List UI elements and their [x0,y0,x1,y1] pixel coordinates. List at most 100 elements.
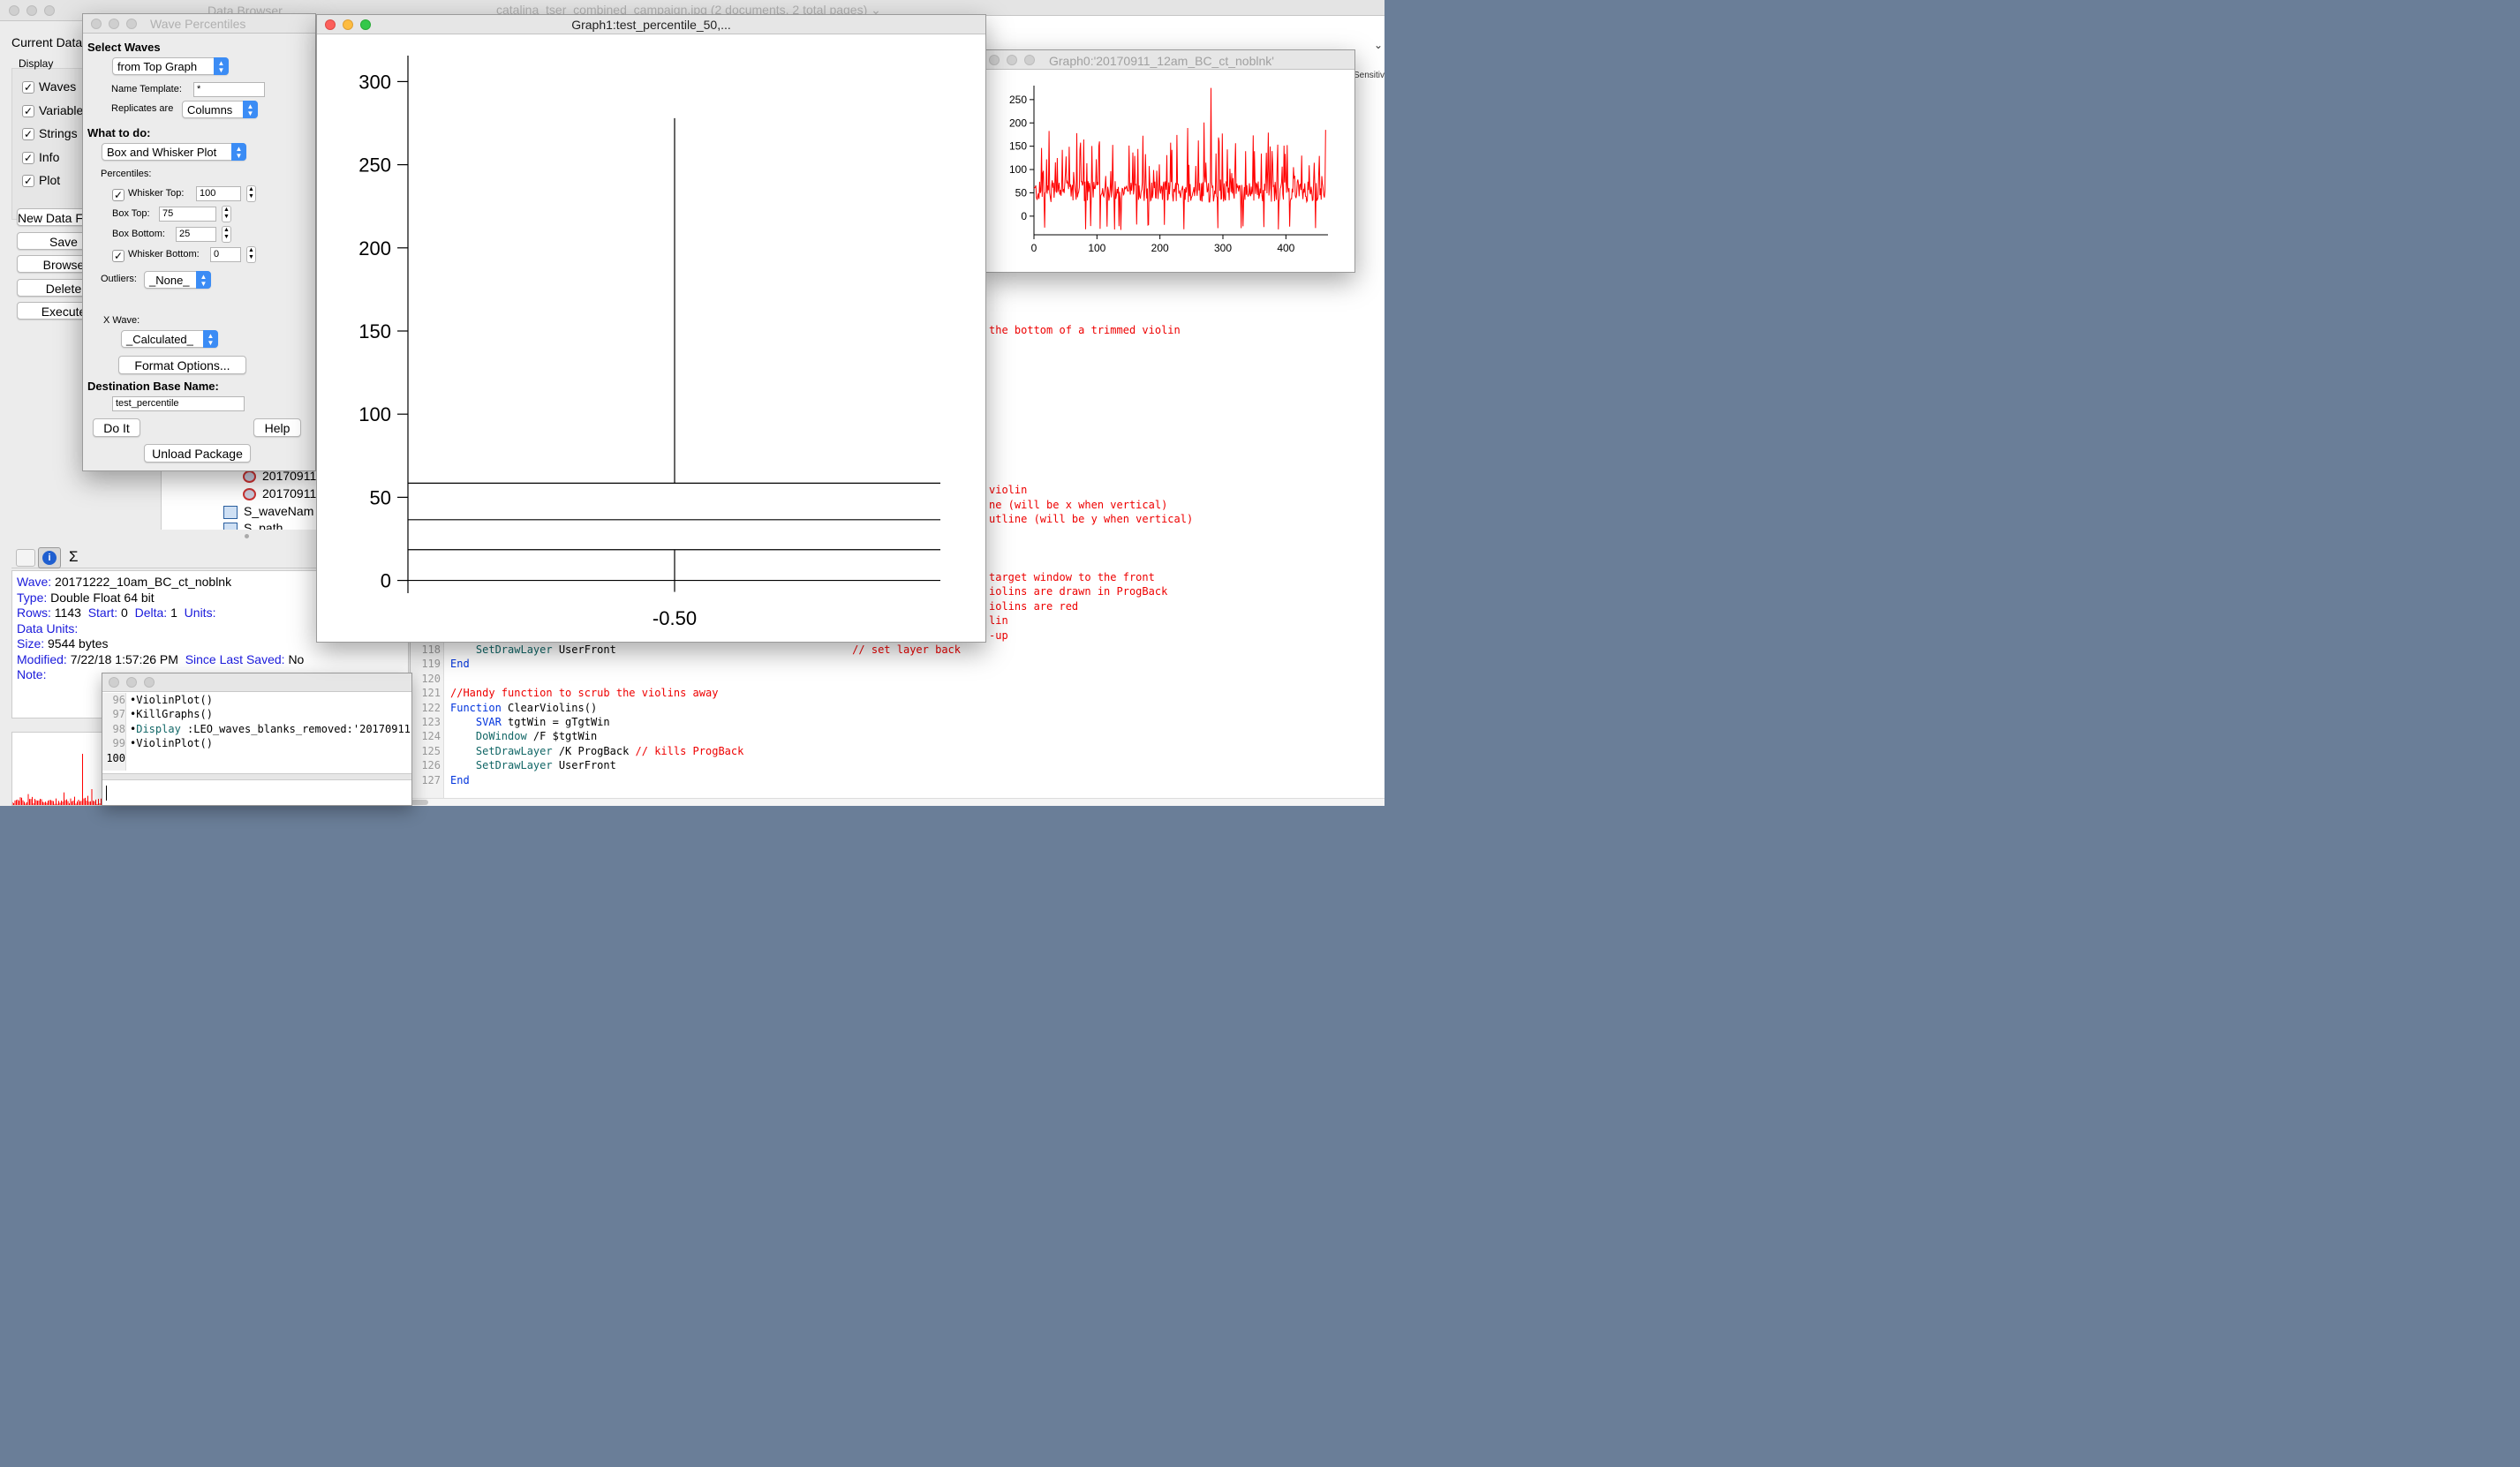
x-tick-label: 200 [1151,242,1169,254]
history-args: :LEO_waves_blanks_removed:'20170911 [180,722,411,735]
history-line[interactable]: •ViolinPlot() [130,693,213,707]
popup-arrow-icon: ▲ ▼ [214,57,229,75]
tree-item-3[interactable]: S_waveNam [223,504,313,519]
notes-tab-icon[interactable] [16,549,35,567]
info-tab-icon[interactable]: i [38,547,61,568]
box-top-stepper[interactable]: ▲ ▼ [222,206,231,222]
code-token: SetDrawLayer [475,759,553,772]
command-entry-field[interactable] [102,781,411,805]
display-checkbox-info[interactable]: ✓ [22,151,34,164]
display-checkbox-label: Plot [39,173,61,187]
code-token: SetDrawLayer [475,744,553,757]
comment-2: violin [989,484,1028,496]
wave-percentiles-panel: Wave Percentiles Select Waves from Top G… [82,13,316,471]
zoom-button[interactable] [126,19,137,29]
whisker-bottom-checkbox[interactable]: ✓ [112,250,124,262]
comment-3: ne (will be x when vertical) [989,499,1168,511]
type-label: Type: [17,590,48,605]
close-button[interactable] [989,55,1000,65]
display-checkbox-waves[interactable]: ✓ [22,81,34,94]
history-keyword: Display [136,722,181,735]
do-it-button[interactable]: Do It [93,418,140,437]
code-line: End [450,657,470,671]
history-line-number: 96 [112,694,125,706]
tree-item-4[interactable]: S_path [223,521,283,530]
replicates-popup[interactable]: Columns ▲ ▼ [182,101,258,118]
code-editor[interactable]: 118 SetDrawLayer UserFront // set layer … [412,643,1375,793]
history-line[interactable]: •Display :LEO_waves_blanks_removed:'2017… [130,722,411,736]
display-checkbox-variables[interactable]: ✓ [22,104,34,117]
box-top-label: Box Top: [112,208,150,219]
code-token: // kills ProgBack [635,744,744,757]
splitter-dot[interactable] [245,534,249,538]
unload-package-button[interactable]: Unload Package [144,444,251,463]
y-tick-label: 150 [1009,140,1027,153]
zoom-button[interactable] [360,19,371,30]
procedure-scrollbar[interactable] [411,798,1384,806]
box-top-field[interactable]: 75 [159,207,216,222]
y-tick-label: 150 [358,320,391,342]
what-to-do-heading: What to do: [87,126,151,139]
code-token: End [450,658,470,671]
close-button[interactable] [91,19,102,29]
whisker-top-checkbox[interactable]: ✓ [112,189,124,201]
action-popup[interactable]: Box and Whisker Plot ▲ ▼ [102,143,246,161]
comment-6: iolins are drawn in ProgBack [989,585,1168,598]
since-saved-value: No [288,651,305,666]
whisker-bottom-field[interactable]: 0 [210,247,241,262]
code-token: SVAR [475,716,502,728]
close-button[interactable] [325,19,336,30]
wave-plot-icon [243,470,256,484]
outliers-popup[interactable]: _None_ ▲ ▼ [144,271,211,289]
source-popup[interactable]: from Top Graph ▲ ▼ [112,57,229,75]
graph0-window: Graph0:'20170911_12am_BC_ct_noblnk' 0 50 1… [980,49,1355,273]
history-line[interactable]: •ViolinPlot() [130,736,213,750]
minimize-button[interactable] [343,19,353,30]
code-token: //Handy function to scrub the violins aw… [450,687,719,700]
whisker-top-stepper[interactable]: ▲ ▼ [246,185,256,202]
rows-value: 1143 [54,606,81,620]
graph0-plot[interactable]: 0 50 100 150 200 250 0 100 200 300 400 [981,70,1355,273]
format-options-button[interactable]: Format Options... [118,356,246,374]
y-tick-label: 0 [381,570,391,592]
zoom-button[interactable] [1024,55,1035,65]
code-line: SetDrawLayer UserFront // set layer back [450,643,961,657]
display-checkbox-label: Waves [39,79,77,94]
name-template-field[interactable]: * [193,82,265,97]
destination-field[interactable]: test_percentile [112,396,245,411]
line-number: 126 [421,759,441,772]
y-tick-label: 50 [1015,186,1028,199]
history-line[interactable]: •KillGraphs() [130,707,213,721]
comment-7: iolins are red [989,600,1079,613]
display-checkbox-strings[interactable]: ✓ [22,128,34,140]
outliers-label: Outliers: [101,274,137,284]
graph1-plot[interactable]: 0 50 100 150 200 250 300 -0.50 [317,35,986,643]
whisker-top-field[interactable]: 100 [196,186,241,201]
box-bottom-stepper[interactable]: ▲ ▼ [222,226,231,243]
code-token: tgtWin = gTgtWin [501,716,610,728]
y-tick-label: 250 [358,154,391,177]
comment-1: the bottom of a trimmed violin [989,324,1181,336]
wave-plot-icon [243,488,256,501]
preview-plot-svg [12,754,103,805]
help-button[interactable]: Help [253,418,301,437]
code-token: /F $tgtWin [526,730,598,743]
y-tick-label: 0 [1021,210,1027,222]
minimize-button[interactable] [1007,55,1017,65]
whisker-bottom-stepper[interactable]: ▲ ▼ [246,246,256,263]
tree-item-2[interactable]: 20170911 [243,486,316,501]
display-checkbox-plot[interactable]: ✓ [22,175,34,187]
name-template-label: Name Template: [111,84,182,94]
line-number: 119 [421,658,441,671]
select-waves-heading: Select Waves [87,41,161,54]
comment-4: utline (will be y when vertical) [989,513,1194,525]
code-line: Function ClearViolins() [450,701,597,715]
x-wave-popup[interactable]: _Calculated_ ▲ ▼ [121,330,218,348]
code-line: SetDrawLayer /K ProgBack // kills ProgBa… [450,744,743,758]
box-bottom-field[interactable]: 25 [176,227,216,242]
sigma-tab-icon[interactable]: Σ [69,548,79,566]
minimize-button[interactable] [109,19,119,29]
rows-label: Rows: [17,606,51,620]
